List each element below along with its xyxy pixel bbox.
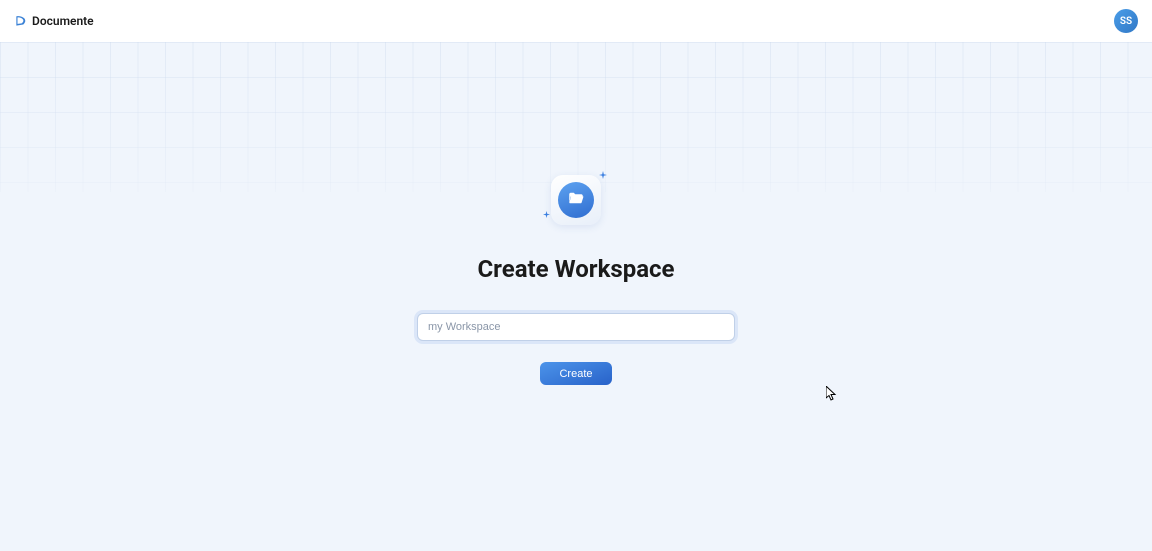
avatar-initials: SS xyxy=(1120,16,1132,27)
main-content: Create Workspace Create xyxy=(0,42,1152,551)
page-title: Create Workspace xyxy=(477,255,674,283)
folder-icon-circle xyxy=(558,182,594,218)
brand-name: Documente xyxy=(32,14,94,28)
workspace-icon-tile xyxy=(551,175,601,225)
sparkle-icon xyxy=(599,171,607,182)
sparkle-icon xyxy=(543,211,550,221)
user-avatar[interactable]: SS xyxy=(1114,9,1138,33)
app-header: Documente SS xyxy=(0,0,1152,42)
create-button-label: Create xyxy=(559,368,592,380)
folder-open-icon xyxy=(567,189,585,211)
workspace-name-input[interactable] xyxy=(417,313,735,341)
documente-logo-icon xyxy=(14,14,28,28)
brand-logo[interactable]: Documente xyxy=(14,14,94,28)
create-button[interactable]: Create xyxy=(540,362,612,385)
